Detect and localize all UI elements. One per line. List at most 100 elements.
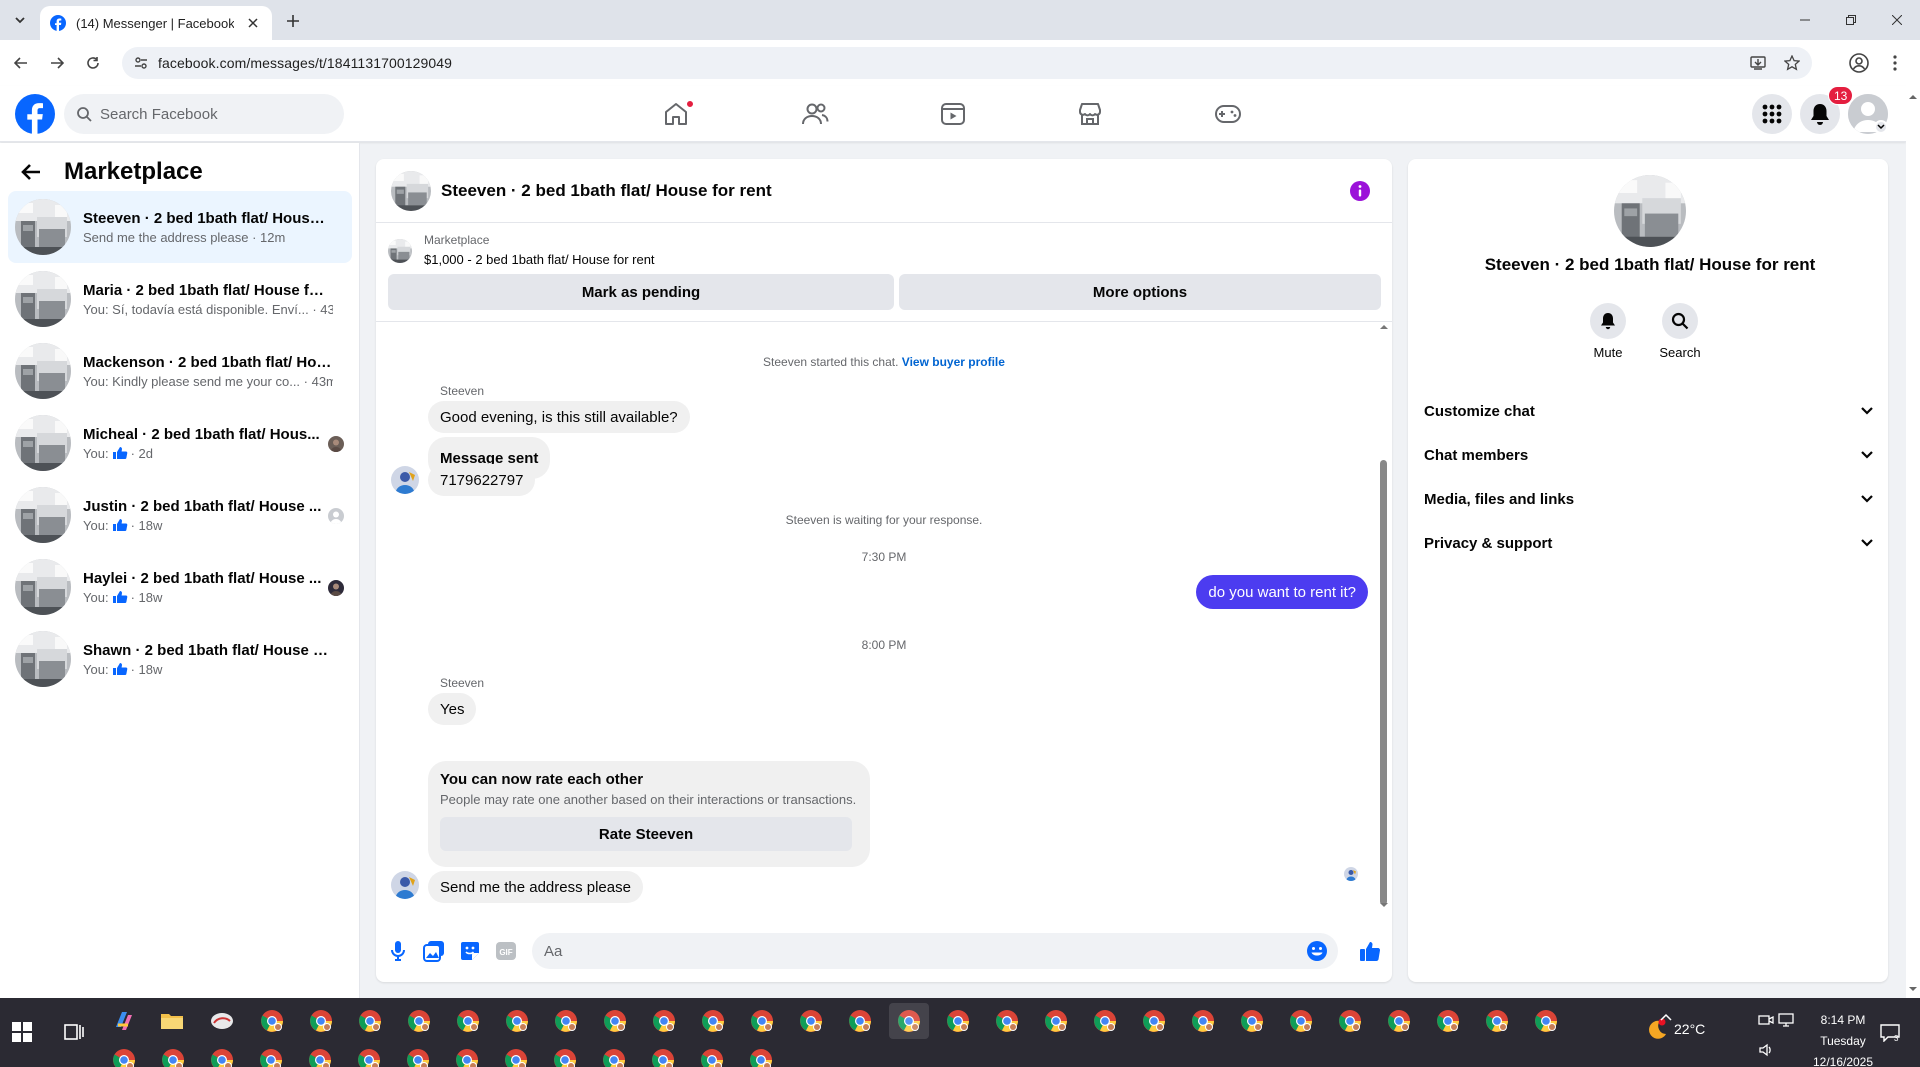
- bookmark-star-icon[interactable]: [1782, 53, 1802, 73]
- pinned-app-icon[interactable]: [210, 1009, 234, 1033]
- conversation-item[interactable]: Justin · 2 bed 1bath flat/ House ... You:…: [8, 479, 352, 551]
- chat-title[interactable]: Steeven · 2 bed 1bath flat/ House for re…: [441, 181, 772, 201]
- mark-pending-button[interactable]: Mark as pending: [388, 274, 894, 310]
- windows-start-icon[interactable]: [10, 1020, 34, 1044]
- chrome-window-taskbar-icon[interactable]: [1338, 1009, 1362, 1033]
- message-input[interactable]: [544, 942, 1304, 960]
- chrome-window-taskbar-icon[interactable]: [652, 1009, 676, 1033]
- chrome-window-taskbar-icon[interactable]: [553, 1048, 577, 1067]
- emoji-icon[interactable]: [1306, 940, 1328, 962]
- nav-gaming[interactable]: [1172, 86, 1284, 142]
- message-bubble[interactable]: Send me the address please: [428, 871, 643, 903]
- system-clock[interactable]: 8:14 PM Tuesday 12/16/2025: [1798, 1010, 1888, 1067]
- tab-search-chevron-icon[interactable]: [8, 8, 32, 32]
- message-bubble[interactable]: Good evening, is this still available?: [428, 401, 690, 433]
- chrome-window-taskbar-icon[interactable]: [358, 1009, 382, 1033]
- account-chevron-icon[interactable]: [1874, 120, 1888, 134]
- chrome-window-taskbar-icon[interactable]: [161, 1048, 185, 1067]
- more-options-button[interactable]: More options: [899, 274, 1381, 310]
- info-section-customize-chat[interactable]: Customize chat: [1424, 389, 1874, 433]
- chrome-window-taskbar-icon[interactable]: [1240, 1009, 1264, 1033]
- conversation-item[interactable]: Shawn · 2 bed 1bath flat/ House fo... You…: [8, 623, 352, 695]
- chrome-window-taskbar-icon[interactable]: [1436, 1009, 1460, 1033]
- chrome-window-taskbar-icon[interactable]: [889, 1003, 929, 1039]
- chrome-window-taskbar-icon[interactable]: [308, 1048, 332, 1067]
- chrome-window-taskbar-icon[interactable]: [504, 1048, 528, 1067]
- listing-summary[interactable]: Marketplace $1,000 - 2 bed 1bath flat/ H…: [388, 233, 655, 267]
- listing-thumbnail[interactable]: [391, 170, 431, 211]
- tray-chevron-up-icon[interactable]: [1658, 1010, 1674, 1026]
- chrome-window-taskbar-icon[interactable]: [1142, 1009, 1166, 1033]
- chrome-window-taskbar-icon[interactable]: [603, 1009, 627, 1033]
- chrome-window-taskbar-icon[interactable]: [799, 1009, 823, 1033]
- chrome-window-taskbar-icon[interactable]: [407, 1009, 431, 1033]
- chrome-window-taskbar-icon[interactable]: [848, 1009, 872, 1033]
- chrome-window-taskbar-icon[interactable]: [700, 1048, 724, 1067]
- chrome-window-taskbar-icon[interactable]: [1093, 1009, 1117, 1033]
- facebook-logo-icon[interactable]: [15, 94, 55, 134]
- rate-steeven-button[interactable]: Rate Steeven: [440, 817, 852, 851]
- meet-now-icon[interactable]: [1758, 1012, 1774, 1028]
- chrome-window-taskbar-icon[interactable]: [455, 1048, 479, 1067]
- outgoing-message-bubble[interactable]: do you want to rent it?: [1196, 575, 1368, 609]
- menu-grid-button[interactable]: [1752, 94, 1792, 134]
- chrome-window-taskbar-icon[interactable]: [602, 1048, 626, 1067]
- chrome-window-taskbar-icon[interactable]: [1534, 1009, 1558, 1033]
- tab-close-icon[interactable]: [244, 14, 262, 32]
- chrome-window-taskbar-icon[interactable]: [505, 1009, 529, 1033]
- chrome-window-taskbar-icon[interactable]: [995, 1009, 1019, 1033]
- sender-avatar[interactable]: [391, 466, 419, 494]
- chrome-window-taskbar-icon[interactable]: [554, 1009, 578, 1033]
- nav-marketplace[interactable]: [1034, 86, 1146, 142]
- chrome-window-taskbar-icon[interactable]: [259, 1048, 283, 1067]
- nav-friends[interactable]: [759, 86, 871, 142]
- microphone-icon[interactable]: [386, 939, 410, 963]
- chrome-window-taskbar-icon[interactable]: [210, 1048, 234, 1067]
- sticker-icon[interactable]: [458, 939, 482, 963]
- mute-action[interactable]: Mute: [1578, 303, 1638, 360]
- chrome-window-taskbar-icon[interactable]: [749, 1048, 773, 1067]
- restore-icon[interactable]: [1828, 0, 1874, 40]
- scrollbar-thumb[interactable]: [1380, 460, 1387, 905]
- info-section-privacy-support[interactable]: Privacy & support: [1424, 521, 1874, 565]
- browser-tab[interactable]: (14) Messenger | Facebook: [40, 6, 272, 40]
- chrome-window-taskbar-icon[interactable]: [1044, 1009, 1068, 1033]
- conversation-item[interactable]: Micheal · 2 bed 1bath flat/ Hous... You: ·…: [8, 407, 352, 479]
- message-bubble[interactable]: Yes: [428, 693, 477, 725]
- minimize-icon[interactable]: [1782, 0, 1828, 40]
- back-arrow-icon[interactable]: [10, 52, 32, 74]
- conversation-item[interactable]: Maria · 2 bed 1bath flat/ House for... Yo…: [8, 263, 352, 335]
- chrome-window-taskbar-icon[interactable]: [406, 1048, 430, 1067]
- forward-arrow-icon[interactable]: [46, 52, 68, 74]
- chrome-window-taskbar-icon[interactable]: [1289, 1009, 1313, 1033]
- message-input-box[interactable]: [532, 933, 1338, 969]
- browser-profile-icon[interactable]: [1848, 52, 1870, 74]
- site-info-icon[interactable]: [134, 56, 148, 70]
- photo-gallery-icon[interactable]: [422, 939, 446, 963]
- chrome-window-taskbar-icon[interactable]: [260, 1009, 284, 1033]
- chrome-window-taskbar-icon[interactable]: [309, 1009, 333, 1033]
- volume-icon[interactable]: [1758, 1042, 1774, 1058]
- chrome-window-taskbar-icon[interactable]: [1387, 1009, 1411, 1033]
- view-buyer-profile-link[interactable]: View buyer profile: [902, 355, 1005, 369]
- conversation-item[interactable]: Steeven · 2 bed 1bath flat/ House f... Se…: [8, 191, 352, 263]
- address-bar[interactable]: facebook.com/messages/t/1841131700129049: [122, 47, 1812, 79]
- network-icon[interactable]: [1778, 1012, 1794, 1028]
- chrome-window-taskbar-icon[interactable]: [946, 1009, 970, 1033]
- install-app-icon[interactable]: [1748, 53, 1768, 73]
- new-tab-plus-icon[interactable]: [282, 10, 304, 32]
- weather-widget[interactable]: 22°C: [1646, 1018, 1705, 1040]
- copilot-icon[interactable]: [112, 1009, 136, 1033]
- message-bubble[interactable]: 7179622797: [428, 464, 536, 496]
- conversation-item[interactable]: Haylei · 2 bed 1bath flat/ House ... You:…: [8, 551, 352, 623]
- facebook-search-input[interactable]: [100, 105, 320, 123]
- chrome-window-taskbar-icon[interactable]: [112, 1048, 136, 1067]
- chrome-window-taskbar-icon[interactable]: [701, 1009, 725, 1033]
- browser-menu-icon[interactable]: [1884, 52, 1906, 74]
- back-arrow-icon[interactable]: [14, 155, 48, 189]
- message-scrollbar[interactable]: [1376, 322, 1388, 907]
- page-scrollbar[interactable]: [1906, 86, 1920, 998]
- nav-home[interactable]: [620, 86, 732, 142]
- sender-avatar[interactable]: [391, 871, 419, 899]
- search-action[interactable]: Search: [1650, 303, 1710, 360]
